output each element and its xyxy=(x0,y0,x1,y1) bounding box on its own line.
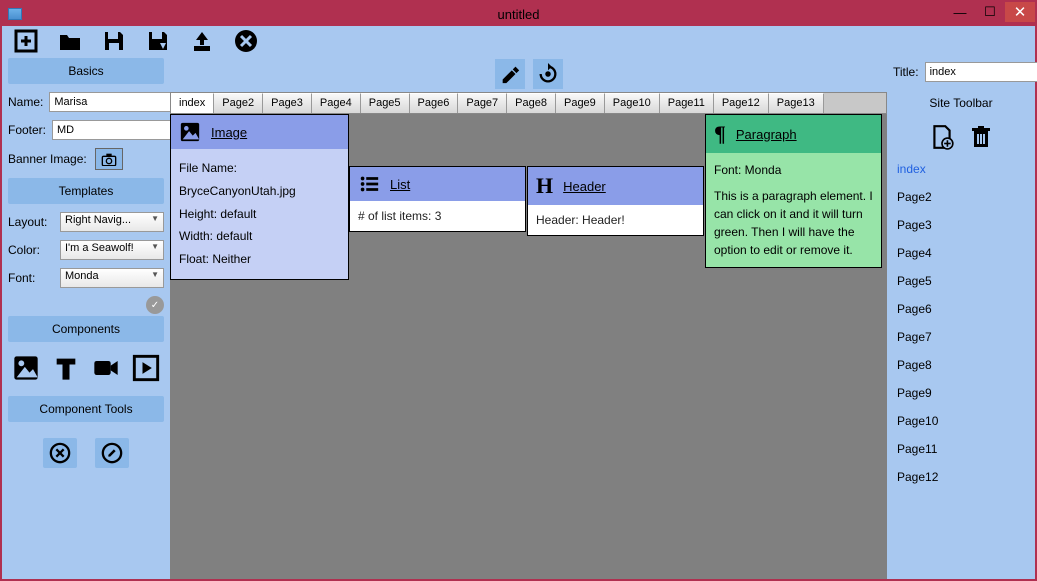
page-list: index Page2 Page3 Page4 Page5 Page6 Page7 Page8… xyxy=(893,162,1029,484)
tab-page4[interactable]: Page4 xyxy=(312,93,361,113)
refresh-button[interactable] xyxy=(533,59,563,89)
list-component[interactable]: List # of list items: 3 xyxy=(349,166,526,232)
header-component[interactable]: H Header Header: Header! xyxy=(527,166,704,236)
templates-header: Templates xyxy=(8,178,164,204)
export-icon[interactable] xyxy=(188,29,216,53)
right-sidebar: Title: Site Toolbar index Page2 Page3 Page4… xyxy=(887,56,1035,579)
tab-page10[interactable]: Page10 xyxy=(605,93,660,113)
paragraph-font: Font: Monda xyxy=(714,161,873,179)
banner-label: Banner Image: xyxy=(8,152,87,166)
list-count: # of list items: 3 xyxy=(358,209,517,223)
title-input[interactable] xyxy=(925,62,1037,82)
tab-page6[interactable]: Page6 xyxy=(410,93,459,113)
header-text: Header: Header! xyxy=(536,213,695,227)
layout-select[interactable]: Right Navig... xyxy=(60,212,164,232)
center-panel: indexPage2Page3Page4Page5Page6Page7Page8… xyxy=(170,56,887,579)
page-link-page3[interactable]: Page3 xyxy=(897,218,1029,232)
minimize-button[interactable]: — xyxy=(945,2,975,22)
image-title: Image xyxy=(211,125,247,140)
image-component[interactable]: Image File Name: BryceCanyonUtah.jpg Hei… xyxy=(170,114,349,280)
edit-tool-button[interactable] xyxy=(95,438,129,468)
font-label: Font: xyxy=(8,271,54,285)
image-height: Height: default xyxy=(179,203,340,226)
remove-tool-button[interactable] xyxy=(43,438,77,468)
image-float: Float: Neither xyxy=(179,248,340,271)
image-width: Width: default xyxy=(179,225,340,248)
header-title: Header xyxy=(563,179,606,194)
page-link-page8[interactable]: Page8 xyxy=(897,358,1029,372)
list-icon xyxy=(358,173,380,195)
maximize-button[interactable]: ☐ xyxy=(975,2,1005,22)
new-file-icon[interactable] xyxy=(12,29,40,53)
close-button[interactable]: ✕ xyxy=(1005,2,1035,22)
tab-page3[interactable]: Page3 xyxy=(263,93,312,113)
color-label: Color: xyxy=(8,243,54,257)
tab-page11[interactable]: Page11 xyxy=(660,93,714,113)
image-filename: File Name: BryceCanyonUtah.jpg xyxy=(179,157,340,203)
paragraph-title: Paragraph xyxy=(736,127,797,142)
cancel-circle-icon[interactable] xyxy=(232,29,260,53)
title-label: Title: xyxy=(893,65,919,79)
page-link-page7[interactable]: Page7 xyxy=(897,330,1029,344)
tab-page5[interactable]: Page5 xyxy=(361,93,410,113)
canvas[interactable]: Image File Name: BryceCanyonUtah.jpg Hei… xyxy=(170,114,887,579)
tab-page8[interactable]: Page8 xyxy=(507,93,556,113)
banner-image-button[interactable] xyxy=(95,148,123,170)
list-title: List xyxy=(390,177,410,192)
page-link-page6[interactable]: Page6 xyxy=(897,302,1029,316)
tab-page2[interactable]: Page2 xyxy=(214,93,263,113)
name-label: Name: xyxy=(8,95,43,109)
image-icon xyxy=(179,121,201,143)
save-as-icon[interactable] xyxy=(144,29,172,53)
open-folder-icon[interactable] xyxy=(56,29,84,53)
paragraph-body: This is a paragraph element. I can click… xyxy=(714,187,873,259)
add-page-icon[interactable] xyxy=(929,124,955,150)
window-title: untitled xyxy=(498,7,540,22)
components-header: Components xyxy=(8,316,164,342)
header-icon: H xyxy=(536,173,553,199)
page-link-page11[interactable]: Page11 xyxy=(897,442,1029,456)
tab-page7[interactable]: Page7 xyxy=(458,93,507,113)
app-icon xyxy=(8,8,22,20)
delete-page-icon[interactable] xyxy=(969,124,993,150)
footer-label: Footer: xyxy=(8,123,46,137)
video-component-icon[interactable] xyxy=(92,354,120,382)
tab-index[interactable]: index xyxy=(171,93,214,113)
apply-check-icon[interactable]: ✓ xyxy=(146,296,164,314)
titlebar: untitled — ☐ ✕ xyxy=(2,2,1035,26)
tab-page12[interactable]: Page12 xyxy=(714,93,769,113)
page-link-page2[interactable]: Page2 xyxy=(897,190,1029,204)
main-toolbar xyxy=(2,26,1035,56)
edit-mode-button[interactable] xyxy=(495,59,525,89)
paragraph-icon: ¶ xyxy=(714,121,726,147)
font-select[interactable]: Monda xyxy=(60,268,164,288)
left-sidebar: Basics Name: Footer: Banner Image: Templ… xyxy=(2,56,170,579)
text-component-icon[interactable] xyxy=(52,354,80,382)
basics-header: Basics xyxy=(8,58,164,84)
image-component-icon[interactable] xyxy=(12,354,40,382)
color-select[interactable]: I'm a Seawolf! xyxy=(60,240,164,260)
tab-page13[interactable]: Page13 xyxy=(769,93,824,113)
save-icon[interactable] xyxy=(100,29,128,53)
page-link-page4[interactable]: Page4 xyxy=(897,246,1029,260)
tab-page9[interactable]: Page9 xyxy=(556,93,605,113)
page-link-page10[interactable]: Page10 xyxy=(897,414,1029,428)
page-link-index[interactable]: index xyxy=(897,162,1029,176)
site-toolbar-header: Site Toolbar xyxy=(893,88,1029,118)
page-link-page9[interactable]: Page9 xyxy=(897,386,1029,400)
tabs-bar: indexPage2Page3Page4Page5Page6Page7Page8… xyxy=(170,92,887,114)
layout-label: Layout: xyxy=(8,215,54,229)
component-tools-header: Component Tools xyxy=(8,396,164,422)
slideshow-component-icon[interactable] xyxy=(132,354,160,382)
page-link-page12[interactable]: Page12 xyxy=(897,470,1029,484)
paragraph-component[interactable]: ¶ Paragraph Font: Monda This is a paragr… xyxy=(705,114,882,268)
page-link-page5[interactable]: Page5 xyxy=(897,274,1029,288)
